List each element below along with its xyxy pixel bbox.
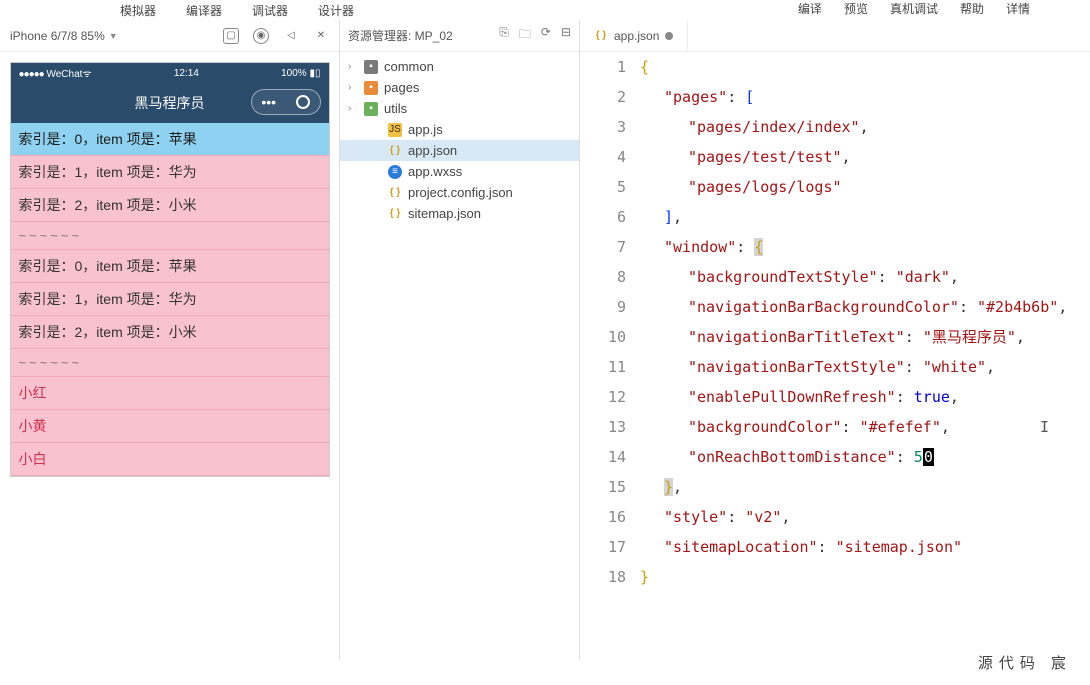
wifi-icon: ᯤ — [82, 69, 91, 80]
battery-icon: ▮▯ — [309, 68, 320, 79]
editor-tabs: { } app.json — [580, 20, 1090, 52]
list-item[interactable]: 小黄 — [11, 410, 329, 443]
menu-item[interactable]: 帮助 — [960, 0, 984, 17]
dirty-indicator-icon — [665, 32, 673, 40]
json-icon: { } — [388, 207, 402, 221]
list-item[interactable]: 索引是：0，item 项是：苹果 — [11, 250, 329, 283]
tab-app-json[interactable]: { } app.json — [580, 20, 688, 52]
file-label: app.json — [408, 143, 457, 158]
tree-item-app-wxss[interactable]: ≡ app.wxss — [340, 161, 579, 182]
tree-item-app-json[interactable]: { } app.json — [340, 140, 579, 161]
js-icon: JS — [388, 123, 402, 137]
folder-g-icon: ▪ — [364, 102, 378, 116]
menu-item[interactable]: 预览 — [844, 0, 868, 17]
file-label: pages — [384, 80, 419, 95]
page-content[interactable]: 索引是：0，item 项是：苹果索引是：1，item 项是：华为索引是：2，it… — [11, 123, 329, 476]
nav-bar: 黑马程序员 ••• — [11, 83, 329, 123]
tree-item-app-js[interactable]: JS app.js — [340, 119, 579, 140]
folder-icon: ▪ — [364, 60, 378, 74]
menu-item[interactable]: 详情 — [1006, 0, 1030, 17]
edit-cursor: 0 — [923, 448, 934, 466]
tree-item-sitemap-json[interactable]: { } sitemap.json — [340, 203, 579, 224]
top-menu-right: 编译 预览 真机调试 帮助 详情 — [798, 0, 1030, 17]
list-item[interactable]: ~~~~~~ — [11, 349, 329, 377]
new-folder-icon[interactable]: 🗀 — [519, 25, 531, 46]
menu-item[interactable]: 调试器 — [252, 2, 288, 19]
chevron-right-icon: › — [348, 82, 358, 93]
signal-icon: ●●●●● — [19, 69, 44, 80]
chevron-right-icon: › — [348, 103, 358, 114]
tree-item-utils[interactable]: › ▪ utils — [340, 98, 579, 119]
menu-item[interactable]: 编译 — [798, 0, 822, 17]
explorer-panel: 资源管理器: MP_02 ⎘ 🗀 ⟳ ⊟ › ▪ common › ▪ pages › ▪ ut… — [340, 20, 580, 660]
menu-dots-icon[interactable]: ••• — [261, 94, 276, 110]
code-lines[interactable]: { "pages": [ "pages/index/index", "pages… — [640, 52, 1090, 660]
text-cursor-icon: I — [1040, 412, 1049, 442]
tree-item-pages[interactable]: › ▪ pages — [340, 77, 579, 98]
list-item[interactable]: 小白 — [11, 443, 329, 476]
status-bar: ●●●●● WeChatᯤ 12:14 100% ▮▯ — [11, 63, 329, 83]
nav-title: 黑马程序员 — [135, 93, 205, 113]
file-label: app.wxss — [408, 164, 462, 179]
cut-icon[interactable]: ✕ — [313, 28, 329, 44]
battery-pct: 100% — [281, 68, 307, 79]
explorer-header: 资源管理器: MP_02 ⎘ 🗀 ⟳ ⊟ — [340, 20, 579, 52]
simulator-toolbar: iPhone 6/7/8 85% ▼ ▢ ◉ ◁ ✕ — [0, 20, 339, 52]
list-item[interactable]: 小红 — [11, 377, 329, 410]
explorer-title: 资源管理器: MP_02 — [348, 27, 453, 44]
json-icon: { } — [388, 144, 402, 158]
file-label: utils — [384, 101, 407, 116]
list-item[interactable]: ~~~~~~ — [11, 222, 329, 250]
screen-icon[interactable]: ▢ — [223, 28, 239, 44]
editor-panel: { } app.json 123456789101112131415161718… — [580, 20, 1090, 660]
record-icon[interactable]: ◉ — [253, 28, 269, 44]
tree-item-project-config-json[interactable]: { } project.config.json — [340, 182, 579, 203]
line-gutter: 123456789101112131415161718 — [580, 52, 640, 660]
file-label: app.js — [408, 122, 443, 137]
folder-o-icon: ▪ — [364, 81, 378, 95]
menu-item[interactable]: 模拟器 — [120, 2, 156, 19]
list-item[interactable]: 索引是：2，item 项是：小米 — [11, 316, 329, 349]
device-frame: ●●●●● WeChatᯤ 12:14 100% ▮▯ 黑马程序员 ••• 索引… — [10, 62, 330, 477]
device-selector[interactable]: iPhone 6/7/8 85% — [10, 29, 105, 43]
chevron-down-icon[interactable]: ▼ — [109, 31, 118, 41]
watermark: 源代码 宸 — [978, 652, 1072, 673]
clock: 12:14 — [174, 68, 199, 79]
file-label: project.config.json — [408, 185, 513, 200]
tree-item-common[interactable]: › ▪ common — [340, 56, 579, 77]
file-label: sitemap.json — [408, 206, 481, 221]
code-editor[interactable]: 123456789101112131415161718 { "pages": [… — [580, 52, 1090, 660]
mute-icon[interactable]: ◁ — [283, 28, 299, 44]
collapse-icon[interactable]: ⊟ — [561, 25, 571, 46]
refresh-icon[interactable]: ⟳ — [541, 25, 551, 46]
simulator-panel: iPhone 6/7/8 85% ▼ ▢ ◉ ◁ ✕ ●●●●● WeChatᯤ… — [0, 20, 340, 660]
list-item[interactable]: 索引是：0，item 项是：苹果 — [11, 123, 329, 156]
wxss-icon: ≡ — [388, 165, 402, 179]
menu-item[interactable]: 编译器 — [186, 2, 222, 19]
tab-label: app.json — [614, 29, 659, 43]
capsule-button[interactable]: ••• — [251, 89, 321, 115]
list-item[interactable]: 索引是：2，item 项是：小米 — [11, 189, 329, 222]
carrier-label: WeChat — [46, 69, 82, 80]
list-item[interactable]: 索引是：1，item 项是：华为 — [11, 156, 329, 189]
chevron-right-icon: › — [348, 61, 358, 72]
menu-item[interactable]: 真机调试 — [890, 0, 938, 17]
list-item[interactable]: 索引是：1，item 项是：华为 — [11, 283, 329, 316]
close-ring-icon[interactable] — [296, 95, 310, 109]
json-icon: { } — [594, 29, 608, 43]
file-tree[interactable]: › ▪ common › ▪ pages › ▪ utils JS app.js { } app.jso… — [340, 52, 579, 228]
json-icon: { } — [388, 186, 402, 200]
new-file-icon[interactable]: ⎘ — [499, 25, 509, 46]
file-label: common — [384, 59, 434, 74]
menu-item[interactable]: 设计器 — [318, 2, 354, 19]
